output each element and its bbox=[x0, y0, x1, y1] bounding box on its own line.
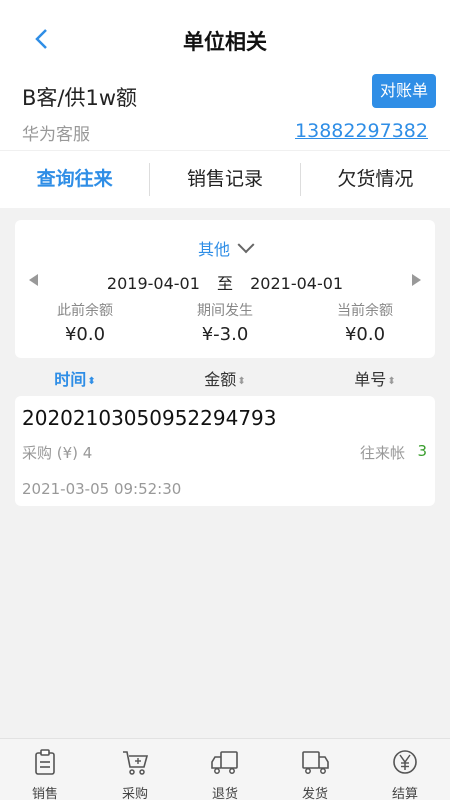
nav-ship[interactable]: 发货 bbox=[270, 739, 360, 800]
date-range[interactable]: 2019-04-01 至 2021-04-01 bbox=[15, 270, 435, 294]
company-name: B客/供1w额 bbox=[22, 86, 138, 110]
company-info: B客/供1w额 对账单 华为客服 13882297382 bbox=[0, 74, 450, 150]
header-bar: 单位相关 bbox=[0, 0, 450, 78]
truck-return-icon bbox=[180, 747, 270, 777]
tab-query-transactions[interactable]: 查询往来 bbox=[0, 151, 149, 208]
tab-backorders[interactable]: 欠货情况 bbox=[301, 151, 450, 208]
sort-label: 金额 bbox=[204, 370, 237, 389]
record-kind: 往来帐 bbox=[359, 444, 405, 462]
start-date: 2019-04-01 bbox=[106, 274, 200, 293]
sales-icon bbox=[0, 747, 90, 777]
balance-row: 此前余额 ¥0.0 期间发生 ¥-3.0 当前余额 ¥0.0 bbox=[15, 300, 435, 345]
nav-label: 结算 bbox=[391, 787, 418, 800]
record-count: 3 bbox=[417, 442, 427, 460]
nav-settle[interactable]: 结算 bbox=[360, 739, 450, 800]
nav-label: 销售 bbox=[31, 787, 58, 800]
nav-label: 采购 bbox=[121, 787, 148, 800]
chevron-down-icon bbox=[237, 236, 255, 254]
balance-label: 期间发生 bbox=[197, 303, 253, 319]
nav-sales[interactable]: 销售 bbox=[0, 739, 90, 800]
next-period-icon[interactable] bbox=[412, 274, 421, 286]
list-item[interactable]: 20202103050952294793 采购 (¥) 4 往来帐 3 2021… bbox=[15, 396, 435, 506]
sort-by-order-no[interactable]: 单号⬍ bbox=[300, 366, 450, 396]
nav-label: 发货 bbox=[301, 787, 328, 800]
sort-by-time[interactable]: 时间⬍ bbox=[0, 366, 150, 396]
summary-card: 其他 2019-04-01 至 2021-04-01 此前余额 ¥0.0 期间发… bbox=[15, 220, 435, 358]
sort-arrows-icon: ⬍ bbox=[237, 376, 246, 387]
service-name: 华为客服 bbox=[22, 125, 90, 145]
balance-current: 当前余额 ¥0.0 bbox=[295, 300, 435, 345]
filter-label: 其他 bbox=[197, 240, 230, 259]
yen-icon bbox=[360, 747, 450, 777]
sort-arrows-icon: ⬍ bbox=[387, 376, 396, 387]
balance-value: ¥0.0 bbox=[64, 324, 106, 345]
tab-sales-records[interactable]: 销售记录 bbox=[150, 151, 299, 208]
tab-bar: 查询往来 销售记录 欠货情况 bbox=[0, 150, 450, 208]
truck-icon bbox=[270, 747, 360, 777]
nav-label: 退货 bbox=[211, 787, 238, 800]
balance-value: ¥-3.0 bbox=[201, 324, 249, 345]
nav-return[interactable]: 退货 bbox=[180, 739, 270, 800]
sort-by-amount[interactable]: 金额⬍ bbox=[150, 366, 300, 396]
nav-purchase[interactable]: 采购 bbox=[90, 739, 180, 800]
sort-bar: 时间⬍ 金额⬍ 单号⬍ bbox=[0, 366, 450, 396]
statement-button[interactable]: 对账单 bbox=[372, 74, 436, 108]
sort-label: 时间 bbox=[54, 370, 87, 389]
record-type: 采购 (¥) 4 bbox=[22, 444, 93, 462]
sort-arrows-icon: ⬍ bbox=[87, 376, 96, 387]
balance-label: 此前余额 bbox=[57, 303, 113, 319]
balance-value: ¥0.0 bbox=[344, 324, 386, 345]
balance-previous: 此前余额 ¥0.0 bbox=[15, 300, 155, 345]
end-date: 2021-04-01 bbox=[250, 274, 344, 293]
sort-label: 单号 bbox=[354, 370, 387, 389]
phone-link[interactable]: 13882297382 bbox=[295, 120, 428, 142]
balance-period: 期间发生 ¥-3.0 bbox=[155, 300, 295, 345]
range-separator: 至 bbox=[216, 274, 233, 293]
record-order-number: 20202103050952294793 bbox=[22, 406, 277, 430]
cart-icon bbox=[90, 747, 180, 777]
record-time: 2021-03-05 09:52:30 bbox=[22, 480, 182, 498]
filter-dropdown[interactable]: 其他 bbox=[15, 236, 435, 260]
page-title: 单位相关 bbox=[183, 30, 267, 54]
balance-label: 当前余额 bbox=[337, 303, 393, 319]
bottom-nav: 销售 采购 退货 发货 结算 bbox=[0, 738, 450, 800]
